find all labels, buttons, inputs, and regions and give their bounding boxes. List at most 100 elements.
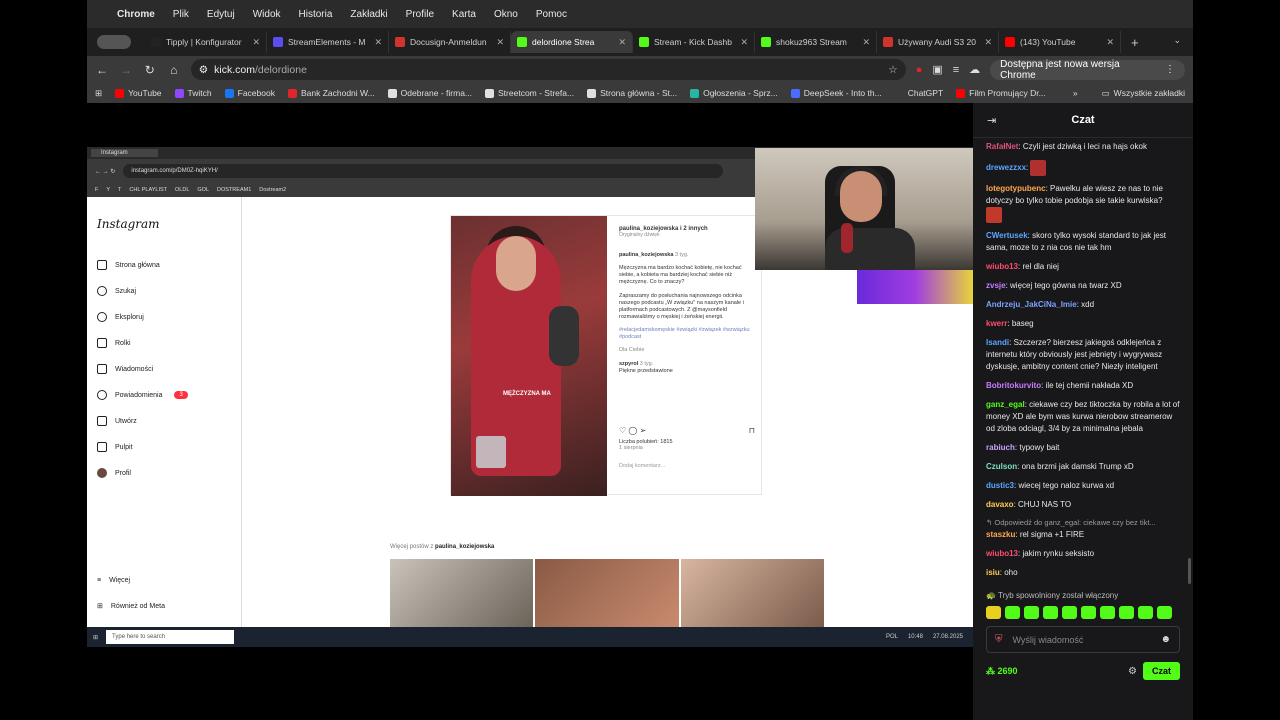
chat-username[interactable]: davaxo	[986, 500, 1014, 509]
profile-icon[interactable]: ☁	[969, 63, 980, 76]
emote-button[interactable]	[1062, 606, 1077, 619]
chat-username[interactable]: Czulson	[986, 462, 1017, 471]
emote-button[interactable]	[1081, 606, 1096, 619]
chat-message[interactable]: RafałNet: Czyli jest dziwką i leci na ha…	[986, 141, 1180, 153]
chat-message[interactable]: Czulson: ona brzmi jak damski Trump xD	[986, 461, 1180, 473]
browser-tab[interactable]: delordione Strea ✕	[511, 31, 633, 53]
chat-scrollbar[interactable]	[1188, 558, 1191, 584]
bookmark-item[interactable]: Twitch	[174, 88, 212, 98]
bookmark-item[interactable]: Odebrane - firma...	[387, 88, 472, 98]
menu-app-name[interactable]: Chrome	[117, 9, 155, 20]
chat-username[interactable]: RafałNet	[986, 142, 1018, 151]
chat-username[interactable]: isiu	[986, 568, 1000, 577]
chat-message[interactable]: wiubo13: rel dla niej	[986, 261, 1180, 273]
chat-username[interactable]: rabiuch	[986, 443, 1015, 452]
browser-tab[interactable]: StreamElements - M ✕	[267, 31, 389, 53]
new-tab-icon[interactable]: +	[1131, 35, 1139, 50]
back-icon[interactable]: ←	[95, 63, 109, 77]
extensions-puzzle-icon[interactable]: ▣	[932, 63, 942, 76]
emote-button[interactable]	[1005, 606, 1020, 619]
browser-tab[interactable]: Docusign-Anmeldun ✕	[389, 31, 511, 53]
menu-item-historia[interactable]: Historia	[299, 9, 333, 20]
menu-item-okno[interactable]: Okno	[494, 9, 518, 20]
chat-username[interactable]: kwerr	[986, 319, 1007, 328]
chat-username[interactable]: Bobritokurvito	[986, 381, 1041, 390]
bookmark-item[interactable]: YouTube	[115, 88, 162, 98]
close-tab-icon[interactable]: ✕	[862, 37, 870, 48]
chat-username[interactable]: Isandi	[986, 338, 1009, 347]
chat-messages[interactable]: RafałNet: Czyli jest dziwką i leci na ha…	[973, 141, 1193, 591]
chat-message[interactable]: davaxo: CHUJ NAS TO	[986, 499, 1180, 511]
chat-message[interactable]: CWertusek: skoro tylko wysoki standard t…	[986, 230, 1180, 254]
chat-message[interactable]: kwerr: baseg	[986, 318, 1180, 330]
stream-player[interactable]: Instagram ← → ↻ instagram.com/p/DM0Z-hqi…	[87, 103, 980, 720]
bookmark-item[interactable]: Ogłoszenia - Sprz...	[690, 88, 778, 98]
browser-tab[interactable]: shokuz963 Stream ✕	[755, 31, 877, 53]
chat-username[interactable]: lotegotypubenc	[986, 184, 1046, 193]
browser-tab[interactable]: (143) YouTube ✕	[999, 31, 1121, 53]
apps-grid-icon[interactable]: ⊞	[95, 88, 102, 99]
chat-username[interactable]: zvsje	[986, 281, 1006, 290]
menu-item-zakladki[interactable]: Zakładki	[350, 9, 387, 20]
chat-message[interactable]: isiu: oho	[986, 567, 1180, 579]
menu-item-plik[interactable]: Plik	[173, 9, 189, 20]
emote-button[interactable]	[1100, 606, 1115, 619]
close-tab-icon[interactable]: ✕	[984, 37, 992, 48]
close-tab-icon[interactable]: ✕	[252, 37, 260, 48]
bookmark-star-icon[interactable]: ☆	[888, 64, 897, 76]
bookmark-item[interactable]: ChatGPT	[894, 88, 943, 98]
bookmark-item[interactable]: Bank Zachodni W...	[287, 88, 375, 98]
chat-message[interactable]: Bobritokurvito: ile tej chemii nakłada X…	[986, 380, 1180, 392]
chat-username[interactable]: Andrzeju_JakCiNa_Imie	[986, 300, 1077, 309]
address-bar[interactable]: ⚙ kick.com/delordione ☆	[190, 59, 906, 80]
menu-item-pomoc[interactable]: Pomoc	[536, 9, 567, 20]
send-chat-button[interactable]: Czat	[1142, 662, 1180, 680]
chat-message[interactable]: ganz_egal: ciekawe czy bez tiktoczka by …	[986, 399, 1180, 435]
emoji-icon[interactable]: ☻	[1160, 634, 1171, 645]
emote-button[interactable]	[986, 606, 1001, 619]
chat-message[interactable]: rabiuch: typowy bait	[986, 442, 1180, 454]
shield-icon[interactable]: ⛨	[995, 634, 1003, 645]
chat-message[interactable]: wiubo13: jakim rynku seksisto	[986, 548, 1180, 560]
close-tab-icon[interactable]: ✕	[740, 37, 748, 48]
emote-button[interactable]	[1043, 606, 1058, 619]
emote-button[interactable]	[1138, 606, 1153, 619]
menu-item-edytuj[interactable]: Edytuj	[207, 9, 235, 20]
chat-username[interactable]: dustic3	[986, 481, 1014, 490]
close-tab-icon[interactable]: ✕	[618, 37, 626, 48]
chat-username[interactable]: staszku	[986, 530, 1015, 539]
chrome-update-button[interactable]: Dostępna jest nowa wersja Chrome ⋮	[990, 59, 1186, 81]
kebab-menu-icon[interactable]: ⋮	[1165, 64, 1175, 75]
site-info-icon[interactable]: ⚙	[199, 64, 208, 76]
close-tab-icon[interactable]: ✕	[1106, 37, 1114, 48]
reload-icon[interactable]: ↻	[143, 63, 157, 77]
emote-button[interactable]	[1119, 606, 1134, 619]
menu-item-karta[interactable]: Karta	[452, 9, 476, 20]
forward-icon[interactable]: →	[119, 63, 133, 77]
home-icon[interactable]: ⌂	[167, 63, 181, 77]
chat-username[interactable]: drewezzxx	[986, 163, 1026, 172]
chat-message[interactable]: drewezzxx:	[986, 160, 1180, 176]
chat-message[interactable]: Andrzeju_JakCiNa_Imie: xdd	[986, 299, 1180, 311]
menu-item-profile[interactable]: Profile	[406, 9, 434, 20]
channel-points[interactable]: ⁂ 2690	[986, 666, 1018, 677]
bookmark-item[interactable]: Film Promujący Dr...	[956, 88, 1046, 98]
menu-item-widok[interactable]: Widok	[253, 9, 281, 20]
chat-username[interactable]: ganz_egal	[986, 400, 1025, 409]
all-bookmarks-folder[interactable]: ▭ Wszystkie zakładki	[1102, 88, 1185, 99]
extension-icon[interactable]: ●	[916, 64, 923, 76]
close-tab-icon[interactable]: ✕	[374, 37, 382, 48]
emote-button[interactable]	[1157, 606, 1172, 619]
chat-username[interactable]: wiubo13	[986, 549, 1018, 558]
collapse-chat-icon[interactable]: ⇥	[987, 114, 996, 127]
bookmark-item[interactable]: Strona główna - St...	[587, 88, 677, 98]
bookmark-item[interactable]: DeepSeek - Into th...	[790, 88, 882, 98]
chat-message[interactable]: ↰ Odpowiedź do ganz_egal: ciekawe czy be…	[986, 518, 1180, 541]
browser-tab[interactable]: Tipply | Konfigurator ✕	[145, 31, 267, 53]
gear-icon[interactable]: ⚙	[1128, 666, 1137, 677]
chat-message[interactable]: zvsje: więcej tego gówna na twarz XD	[986, 280, 1180, 292]
chat-message[interactable]: Isandi: Szczerze? bierzesz jakiegoś odkl…	[986, 337, 1180, 373]
tab-search-icon[interactable]: ⌄	[1173, 35, 1181, 46]
chat-username[interactable]: CWertusek	[986, 231, 1028, 240]
bookmark-item[interactable]: Streetcom - Strefa...	[485, 88, 574, 98]
